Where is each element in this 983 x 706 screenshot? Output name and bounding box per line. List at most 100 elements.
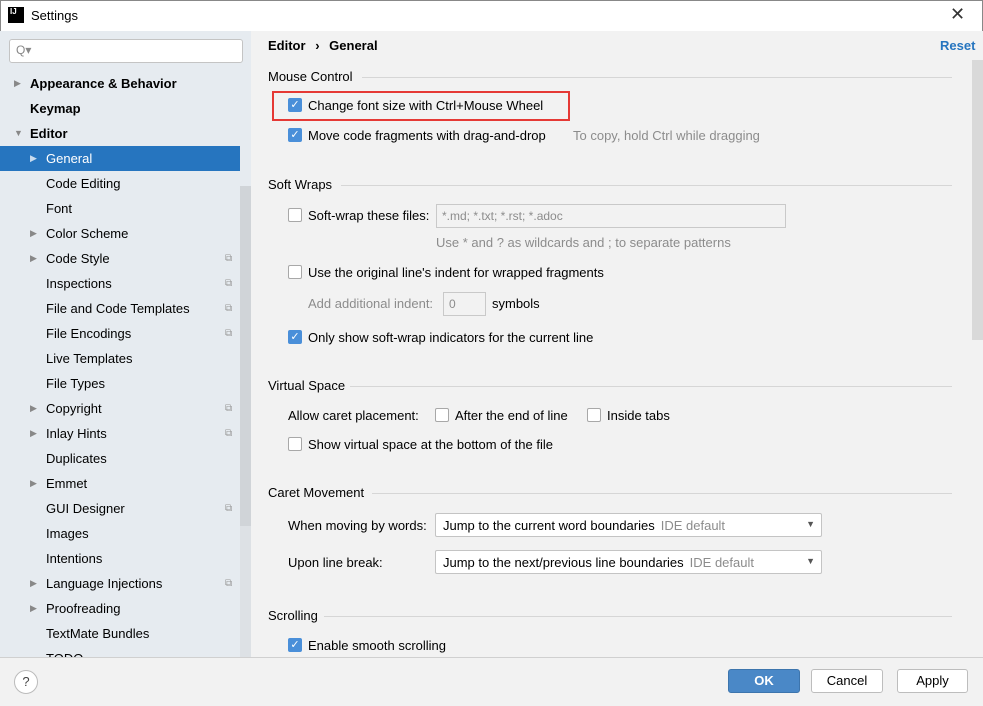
words-dropdown[interactable]: Jump to the current word boundaries IDE d… bbox=[435, 513, 822, 537]
additional-indent-label: Add additional indent: bbox=[308, 296, 434, 311]
sidebar-item-label: Images bbox=[46, 526, 89, 541]
sidebar-item-live-templates[interactable]: Live Templates bbox=[0, 346, 240, 371]
chevron-down-icon[interactable]: ▼ bbox=[14, 121, 23, 146]
sidebar-item-font[interactable]: Font bbox=[0, 196, 240, 221]
inside-tabs-checkbox[interactable] bbox=[587, 408, 601, 422]
main-scrollbar-thumb[interactable] bbox=[972, 60, 983, 340]
section-caret-movement: Caret Movement bbox=[268, 485, 365, 500]
smooth-scrolling-checkbox[interactable]: ✓ bbox=[288, 638, 302, 652]
original-indent-label[interactable]: Use the original line's indent for wrapp… bbox=[308, 265, 604, 280]
soft-wrap-files-input[interactable]: *.md; *.txt; *.rst; *.adoc bbox=[436, 204, 786, 228]
sidebar-item-label: Font bbox=[46, 201, 73, 216]
project-scope-icon: ⧉ bbox=[225, 403, 233, 414]
apply-button[interactable]: Apply bbox=[897, 669, 968, 693]
chevron-right-icon[interactable]: ▶ bbox=[30, 471, 37, 496]
chevron-right-icon[interactable]: ▶ bbox=[30, 396, 37, 421]
section-mouse-control: Mouse Control bbox=[268, 69, 353, 84]
words-label: When moving by words: bbox=[288, 518, 427, 533]
sidebar-item-label: Appearance & Behavior bbox=[30, 76, 177, 91]
original-indent-checkbox[interactable] bbox=[288, 265, 302, 279]
sidebar-item-label: Language Injections bbox=[46, 576, 163, 591]
symbols-label: symbols bbox=[492, 296, 540, 311]
search-input[interactable]: Q▾ bbox=[9, 39, 243, 63]
sidebar-item-label: Copyright bbox=[46, 401, 102, 416]
smooth-scrolling-label[interactable]: Enable smooth scrolling bbox=[308, 638, 446, 653]
chevron-right-icon[interactable]: ▶ bbox=[30, 571, 37, 596]
sidebar-item-images[interactable]: Images bbox=[0, 521, 240, 546]
sidebar-item-label: File Types bbox=[46, 376, 106, 391]
divider bbox=[324, 616, 952, 617]
sidebar-item-file-types[interactable]: File Types bbox=[0, 371, 240, 396]
sidebar-item-label: Proofreading bbox=[46, 601, 121, 616]
chevron-right-icon[interactable]: ▶ bbox=[30, 221, 37, 246]
divider bbox=[350, 386, 952, 387]
line-break-dropdown[interactable]: Jump to the next/previous line boundarie… bbox=[435, 550, 822, 574]
sidebar-item-label: Inspections bbox=[46, 276, 112, 291]
sidebar-item-label: GUI Designer bbox=[46, 501, 125, 516]
section-scrolling: Scrolling bbox=[268, 608, 318, 623]
words-hint: IDE default bbox=[660, 518, 726, 533]
line-break-value: Jump to the next/previous line boundarie… bbox=[443, 555, 684, 570]
virtual-bottom-checkbox[interactable] bbox=[288, 437, 302, 451]
line-break-label: Upon line break: bbox=[288, 555, 383, 570]
sidebar-item-appearance-behavior[interactable]: ▶ Appearance & Behavior bbox=[0, 71, 240, 96]
sidebar-item-intentions[interactable]: Intentions bbox=[0, 546, 240, 571]
soft-wrap-files-label[interactable]: Soft-wrap these files: bbox=[308, 208, 429, 223]
sidebar-item-duplicates[interactable]: Duplicates bbox=[0, 446, 240, 471]
sidebar-item-label: TODO bbox=[46, 646, 83, 657]
sidebar-scrollbar-thumb[interactable] bbox=[240, 186, 251, 526]
sidebar-item-copyright[interactable]: ▶ Copyright ⧉ bbox=[0, 396, 240, 421]
sidebar-item-inspections[interactable]: Inspections ⧉ bbox=[0, 271, 240, 296]
virtual-bottom-label[interactable]: Show virtual space at the bottom of the … bbox=[308, 437, 553, 452]
project-scope-icon: ⧉ bbox=[225, 578, 233, 589]
sidebar-item-label: File Encodings bbox=[46, 326, 132, 341]
close-icon[interactable]: ✕ bbox=[950, 4, 965, 25]
drag-drop-checkbox[interactable]: ✓ bbox=[288, 128, 302, 142]
sidebar-item-emmet[interactable]: ▶ Emmet bbox=[0, 471, 240, 496]
sidebar-item-proofreading[interactable]: ▶ Proofreading bbox=[0, 596, 240, 621]
project-scope-icon: ⧉ bbox=[225, 328, 233, 339]
chevron-right-icon[interactable]: ▶ bbox=[30, 146, 37, 171]
after-end-label[interactable]: After the end of line bbox=[455, 408, 568, 423]
breadcrumb-parent[interactable]: Editor bbox=[268, 38, 306, 53]
sidebar-item-textmate-bundles[interactable]: TextMate Bundles bbox=[0, 621, 240, 646]
caret-placement-label: Allow caret placement: bbox=[288, 408, 419, 423]
sidebar-item-file-and-code-templates[interactable]: File and Code Templates ⧉ bbox=[0, 296, 240, 321]
sidebar-item-todo[interactable]: TODO bbox=[0, 646, 240, 657]
help-button[interactable]: ? bbox=[14, 670, 38, 694]
sidebar-item-label: Keymap bbox=[30, 101, 81, 116]
chevron-right-icon[interactable]: ▶ bbox=[30, 246, 37, 271]
title-bar bbox=[0, 0, 983, 31]
breadcrumb-current: General bbox=[329, 38, 378, 53]
sidebar-item-language-injections[interactable]: ▶ Language Injections ⧉ bbox=[0, 571, 240, 596]
cancel-button[interactable]: Cancel bbox=[811, 669, 883, 693]
chevron-right-icon[interactable]: ▶ bbox=[30, 421, 37, 446]
sidebar-item-file-encodings[interactable]: File Encodings ⧉ bbox=[0, 321, 240, 346]
sidebar-item-label: Editor bbox=[30, 126, 68, 141]
inside-tabs-label[interactable]: Inside tabs bbox=[607, 408, 670, 423]
after-end-checkbox[interactable] bbox=[435, 408, 449, 422]
additional-indent-input[interactable]: 0 bbox=[443, 292, 486, 316]
sidebar-item-code-editing[interactable]: Code Editing bbox=[0, 171, 240, 196]
sidebar-item-inlay-hints[interactable]: ▶ Inlay Hints ⧉ bbox=[0, 421, 240, 446]
soft-wrap-files-checkbox[interactable] bbox=[288, 208, 302, 222]
ok-button[interactable]: OK bbox=[728, 669, 800, 693]
sidebar-item-code-style[interactable]: ▶ Code Style ⧉ bbox=[0, 246, 240, 271]
project-scope-icon: ⧉ bbox=[225, 503, 233, 514]
sidebar-item-general[interactable]: ▶ General bbox=[0, 146, 240, 171]
sidebar-item-color-scheme[interactable]: ▶ Color Scheme bbox=[0, 221, 240, 246]
drag-hint: To copy, hold Ctrl while dragging bbox=[573, 128, 760, 143]
sidebar-item-keymap[interactable]: Keymap bbox=[0, 96, 240, 121]
window-title: Settings bbox=[31, 8, 78, 23]
sidebar-item-label: Emmet bbox=[46, 476, 88, 491]
soft-wrap-indicators-checkbox[interactable]: ✓ bbox=[288, 330, 302, 344]
breadcrumb-separator: › bbox=[315, 38, 320, 53]
sidebar-item-editor[interactable]: ▼ Editor bbox=[0, 121, 240, 146]
sidebar-item-gui-designer[interactable]: GUI Designer ⧉ bbox=[0, 496, 240, 521]
chevron-right-icon[interactable]: ▶ bbox=[30, 596, 37, 621]
chevron-right-icon[interactable]: ▶ bbox=[14, 71, 21, 96]
soft-wrap-indicators-label[interactable]: Only show soft-wrap indicators for the c… bbox=[308, 330, 593, 345]
drag-drop-label[interactable]: Move code fragments with drag-and-drop bbox=[308, 128, 546, 143]
reset-link[interactable]: Reset bbox=[940, 38, 975, 53]
chevron-down-icon: ▼ bbox=[806, 556, 815, 566]
